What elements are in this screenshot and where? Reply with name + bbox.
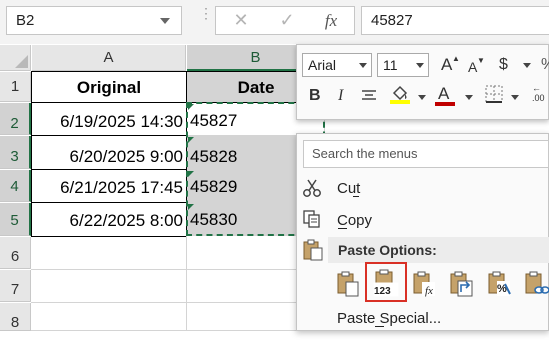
cell-a8[interactable] [31,302,187,331]
name-box-dropdown-icon[interactable] [160,18,170,24]
cell-a2[interactable]: 6/19/2025 14:30 [31,102,187,136]
font-name-dropdown-icon[interactable] [359,63,367,68]
borders-dropdown-icon[interactable] [511,95,519,100]
grow-font-icon[interactable]: A [441,56,452,74]
grip-icon[interactable]: ⋮ [199,6,213,32]
formula-buttons: ✕ ✓ fx [215,6,355,35]
name-box[interactable]: B2 [6,6,182,35]
accounting-dropdown-icon[interactable] [523,63,531,68]
row-header-5[interactable]: 5 [0,203,31,236]
row-header-3[interactable]: 3 [0,136,31,169]
row-header-8[interactable]: 8 [0,303,31,331]
enter-icon[interactable]: ✓ [272,7,302,34]
cut-accelerator-underline [353,196,359,197]
scissors-icon [302,178,322,198]
column-header-a[interactable]: A [32,45,186,71]
cell-a3[interactable]: 6/20/2025 9:00 [31,135,187,170]
paste-icon[interactable] [336,270,362,298]
error-indicator-icon[interactable] [188,104,194,110]
shrink-arrow-icon: ▼ [477,56,485,65]
mini-toolbar: Arial 11 A ▲ A ▼ $ % B I A ←.00 [296,44,549,120]
menu-item-paste-special[interactable]: Paste Special... [337,309,441,329]
font-size-dropdown-icon[interactable] [416,63,424,68]
borders-icon[interactable] [485,85,503,103]
error-indicator-icon[interactable] [188,171,194,177]
shrink-font-icon[interactable]: A [468,58,477,76]
cell-a6[interactable] [31,236,187,270]
insert-function-icon[interactable]: fx [316,7,346,34]
accounting-format-icon[interactable]: $ [499,56,508,74]
cell-a1-header[interactable]: Original [31,71,187,103]
formula-input[interactable]: 45827 [361,6,549,35]
font-color-dropdown-icon[interactable] [465,95,473,100]
cancel-icon[interactable]: ✕ [226,7,256,34]
paste-formatting-icon[interactable]: % [487,270,513,298]
paste-formulas-icon[interactable]: fx [412,270,438,298]
font-color-icon[interactable]: A [438,85,449,103]
copy-accelerator-underline [338,228,347,229]
row-header-4[interactable]: 4 [0,170,31,202]
percent-style-icon[interactable]: % [541,56,549,74]
fill-color-icon[interactable] [390,83,410,105]
row-header-7[interactable]: 7 [0,270,31,302]
paste-transpose-icon[interactable] [449,270,475,298]
cell-a5[interactable]: 6/22/2025 8:00 [31,202,187,237]
align-center-icon[interactable] [361,89,377,103]
row-header-6[interactable]: 6 [0,237,31,269]
paste-options-label: Paste Options: [338,242,437,258]
select-all-triangle-icon [15,55,28,68]
cell-a7[interactable] [31,269,187,303]
error-indicator-icon[interactable] [188,137,194,143]
increase-decimal-icon[interactable]: ← .00 [532,83,549,107]
paste-icon [302,238,324,262]
error-indicator-icon[interactable] [188,204,194,210]
cell-a4[interactable]: 6/21/2025 17:45 [31,169,187,203]
row-header-1[interactable]: 1 [0,72,31,102]
fill-color-dropdown-icon[interactable] [418,95,426,100]
paste-link-icon[interactable] [524,270,549,298]
grow-arrow-icon: ▲ [452,54,460,63]
italic-icon[interactable]: I [338,87,343,105]
row-header-2[interactable]: 2 [0,103,31,135]
menu-search-input[interactable]: Search the menus [303,140,549,168]
paste-values-label: 123 [374,286,391,297]
font-color-swatch [435,102,455,106]
svg-text:fx: fx [425,285,433,297]
copy-icon [302,209,322,229]
paste-special-accelerator-underline [375,326,384,327]
bold-icon[interactable]: B [309,87,321,105]
